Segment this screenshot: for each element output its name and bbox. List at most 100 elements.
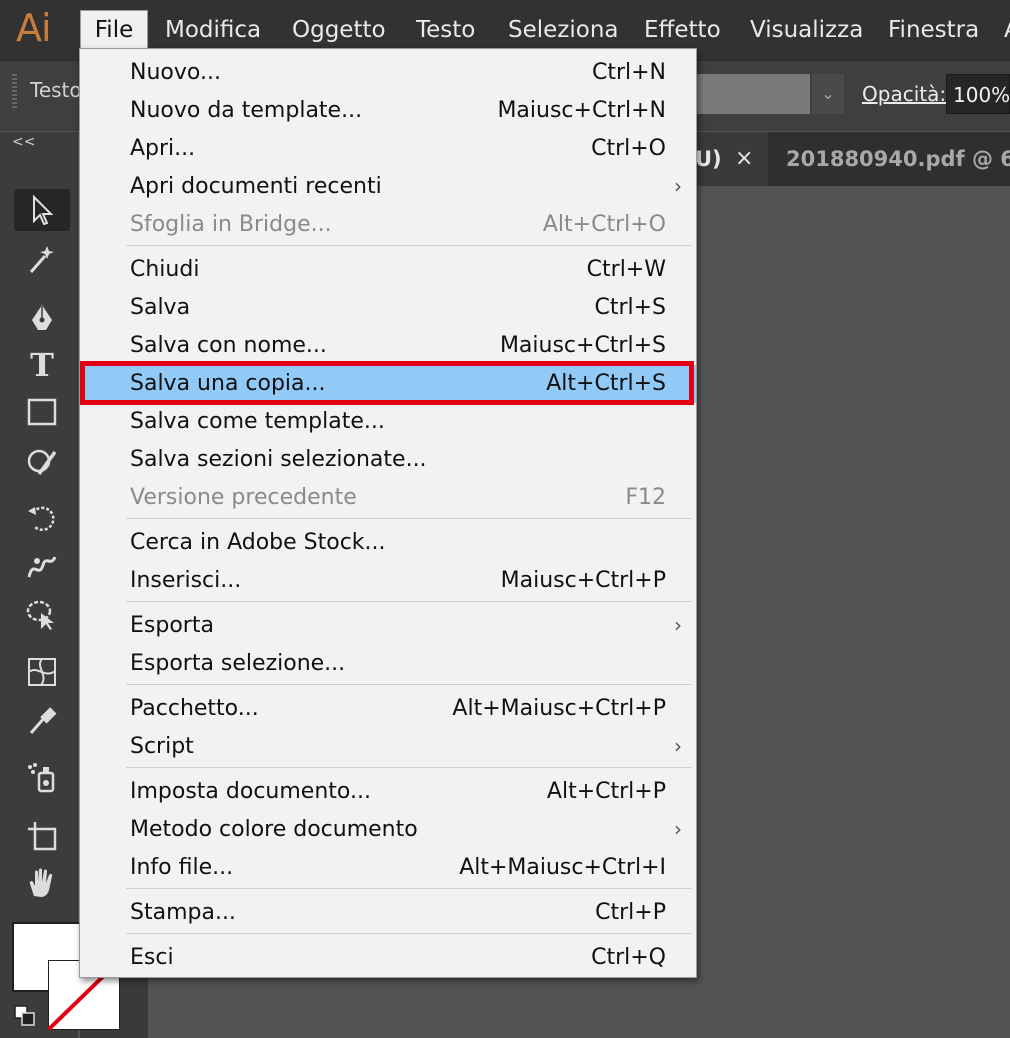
menu-separator <box>126 767 692 768</box>
menu-item-shortcut: Alt+Ctrl+P <box>546 779 666 804</box>
menu-item-nuovo-da-template[interactable]: Nuovo da template... Maiusc+Ctrl+N <box>80 92 696 130</box>
warp-tool-icon[interactable] <box>14 545 70 587</box>
default-colors-icon[interactable] <box>14 1005 36 1027</box>
menu-item-label: Stampa... <box>130 900 236 925</box>
close-icon[interactable]: × <box>735 146 753 171</box>
menu-item-pacchetto[interactable]: Pacchetto... Alt+Maiusc+Ctrl+P <box>80 690 696 728</box>
menu-item-stampa[interactable]: Stampa... Ctrl+P <box>80 894 696 932</box>
menu-item-sfoglia-bridge: Sfoglia in Bridge... Alt+Ctrl+O <box>80 206 696 244</box>
menu-item-versione-precedente: Versione precedente F12 <box>80 479 696 517</box>
menu-item-salva-come-template[interactable]: Salva come template... <box>80 403 696 441</box>
menu-next-cut[interactable]: A <box>1004 0 1010 60</box>
menu-finestra[interactable]: Finestra <box>888 0 979 60</box>
magic-wand-icon[interactable] <box>14 238 70 280</box>
menu-item-label: Esporta selezione... <box>130 651 346 676</box>
menu-item-esci[interactable]: Esci Ctrl+Q <box>80 939 696 977</box>
menu-item-label: Esci <box>130 945 174 970</box>
menu-item-inserisci[interactable]: Inserisci... Maiusc+Ctrl+P <box>80 562 696 600</box>
menu-item-salva-sezioni[interactable]: Salva sezioni selezionate... <box>80 441 696 479</box>
shaper-tool-icon[interactable] <box>14 440 70 482</box>
chevron-right-icon: › <box>674 817 682 841</box>
menu-item-label: Salva come template... <box>130 409 385 434</box>
menu-item-salva-una-copia[interactable]: Salva una copia... Alt+Ctrl+S <box>80 365 696 403</box>
hand-tool-icon[interactable] <box>14 862 70 904</box>
menu-item-shortcut: Alt+Ctrl+S <box>546 371 666 396</box>
chevron-down-icon[interactable]: ⌄ <box>812 74 844 114</box>
selection-tool-icon[interactable] <box>14 189 70 231</box>
opacity-input[interactable]: 100% <box>946 74 1010 114</box>
menu-item-shortcut: Alt+Maiusc+Ctrl+I <box>459 855 666 880</box>
menu-item-apri[interactable]: Apri... Ctrl+O <box>80 130 696 168</box>
rectangle-tool-icon[interactable] <box>14 391 70 433</box>
menu-item-label: Chiudi <box>130 257 200 282</box>
menu-item-shortcut: Ctrl+N <box>591 60 666 85</box>
menu-item-chiudi[interactable]: Chiudi Ctrl+W <box>80 251 696 289</box>
type-tool-icon[interactable]: T <box>14 343 70 385</box>
menu-item-shortcut: Maiusc+Ctrl+S <box>499 333 666 358</box>
svg-text:T: T <box>30 347 54 381</box>
menu-item-shortcut: F12 <box>625 485 666 510</box>
collapse-panel-icon[interactable]: << <box>12 134 35 150</box>
menu-item-label: Esporta <box>130 613 214 638</box>
menu-separator <box>126 518 692 519</box>
menu-item-adobe-stock[interactable]: Cerca in Adobe Stock... <box>80 524 696 562</box>
file-menu-dropdown: Nuovo... Ctrl+N Nuovo da template... Maius… <box>79 48 697 978</box>
menu-item-info-file[interactable]: Info file... Alt+Maiusc+Ctrl+I <box>80 849 696 887</box>
menu-item-label: Metodo colore documento <box>130 817 418 842</box>
style-dropdown[interactable] <box>695 74 810 114</box>
menu-item-shortcut: Alt+Ctrl+O <box>542 212 666 237</box>
menu-item-shortcut: Ctrl+Q <box>591 945 666 970</box>
menu-item-salva-con-nome[interactable]: Salva con nome... Maiusc+Ctrl+S <box>80 327 696 365</box>
menu-item-esporta-selezione[interactable]: Esporta selezione... <box>80 645 696 683</box>
control-bar-grip[interactable] <box>12 74 17 110</box>
menu-separator <box>126 933 692 934</box>
menu-separator <box>126 888 692 889</box>
menu-item-label: Cerca in Adobe Stock... <box>130 530 386 555</box>
menu-item-metodo-colore[interactable]: Metodo colore documento › <box>80 811 696 849</box>
menu-item-label: Apri... <box>130 136 196 161</box>
free-transform-icon[interactable] <box>14 593 70 635</box>
pen-tool-icon[interactable] <box>14 298 70 340</box>
tab-previous-title[interactable]: U) <box>695 147 722 171</box>
opacity-label[interactable]: Opacità: <box>862 82 946 106</box>
chevron-right-icon: › <box>674 174 682 198</box>
menu-item-esporta[interactable]: Esporta › <box>80 607 696 645</box>
menu-item-label: Imposta documento... <box>130 779 371 804</box>
menu-item-label: Info file... <box>130 855 234 880</box>
rotate-tool-icon[interactable] <box>14 497 70 539</box>
menu-item-label: Salva con nome... <box>130 333 327 358</box>
menu-separator <box>126 601 692 602</box>
menu-item-shortcut: Maiusc+Ctrl+P <box>500 568 666 593</box>
control-bar-label: Testo <box>30 78 82 102</box>
menu-item-label: Inserisci... <box>130 568 242 593</box>
menu-separator <box>126 684 692 685</box>
menu-item-label: Sfoglia in Bridge... <box>130 212 332 237</box>
menu-item-label: Salva <box>130 295 191 320</box>
artboard-tool-icon[interactable] <box>14 815 70 857</box>
eyedropper-icon[interactable] <box>14 699 70 741</box>
menu-item-salva[interactable]: Salva Ctrl+S <box>80 289 696 327</box>
menu-item-label: Script <box>130 734 194 759</box>
menu-item-script[interactable]: Script › <box>80 728 696 766</box>
mesh-tool-icon[interactable] <box>14 651 70 693</box>
menu-item-shortcut: Ctrl+S <box>594 295 666 320</box>
menu-item-label: Nuovo da template... <box>130 98 363 123</box>
menu-file[interactable]: File <box>80 10 148 49</box>
symbol-sprayer-icon[interactable] <box>14 757 70 799</box>
menu-item-label: Salva una copia... <box>130 371 326 396</box>
menu-item-label: Versione precedente <box>130 485 357 510</box>
menu-visualizza[interactable]: Visualizza <box>750 0 863 60</box>
app-logo: Ai <box>16 6 52 50</box>
menu-item-label: Nuovo... <box>130 60 221 85</box>
chevron-right-icon: › <box>674 734 682 758</box>
chevron-right-icon: › <box>674 613 682 637</box>
menu-item-shortcut: Alt+Maiusc+Ctrl+P <box>452 696 666 721</box>
menu-item-label: Salva sezioni selezionate... <box>130 447 427 472</box>
menu-item-shortcut: Ctrl+O <box>591 136 666 161</box>
menu-separator <box>126 245 692 246</box>
menu-item-nuovo[interactable]: Nuovo... Ctrl+N <box>80 54 696 92</box>
menu-item-apri-recenti[interactable]: Apri documenti recenti › <box>80 168 696 206</box>
menu-item-shortcut: Ctrl+W <box>586 257 666 282</box>
menu-item-imposta-documento[interactable]: Imposta documento... Alt+Ctrl+P <box>80 773 696 811</box>
tab-document[interactable]: 201880940.pdf @ 66,67% <box>768 132 1010 186</box>
